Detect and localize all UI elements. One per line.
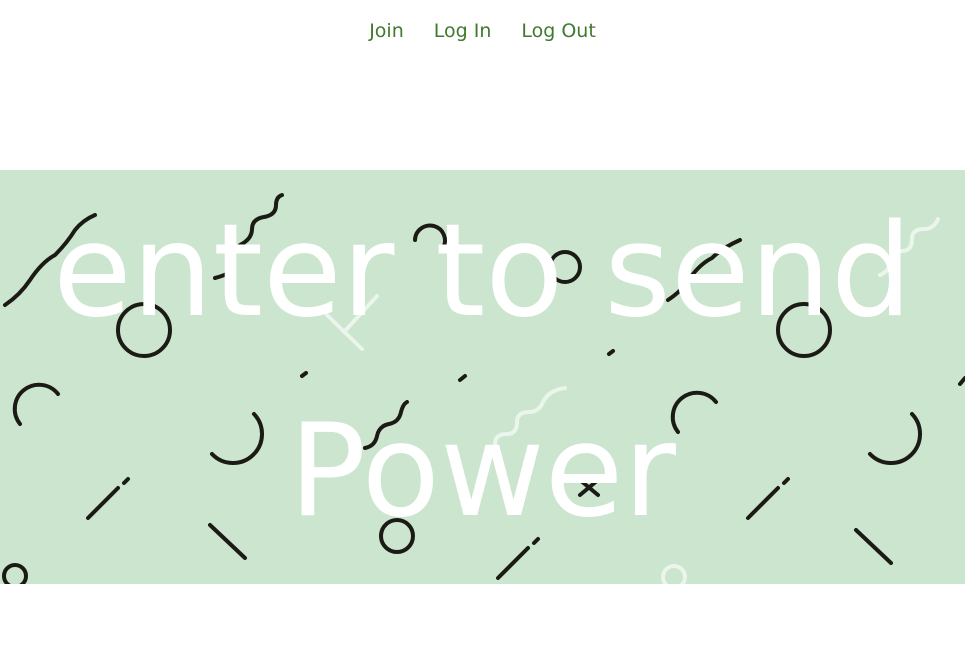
light-circle-shape bbox=[661, 564, 687, 584]
dot-shape bbox=[458, 374, 467, 382]
hero-banner: enter to send Power bbox=[0, 170, 965, 584]
dot-shape bbox=[958, 376, 965, 386]
dot-shape bbox=[300, 371, 308, 378]
circle-shape bbox=[2, 563, 28, 584]
log-in-link[interactable]: Log In bbox=[434, 20, 492, 42]
hero-text-line-2: Power bbox=[289, 397, 676, 546]
hero-text-line-1: enter to send bbox=[52, 197, 913, 346]
top-navigation: Join Log In Log Out bbox=[0, 0, 965, 62]
dash-shape bbox=[496, 546, 530, 580]
log-out-link[interactable]: Log Out bbox=[521, 20, 595, 42]
dot-shape bbox=[607, 349, 615, 356]
join-link[interactable]: Join bbox=[369, 20, 404, 42]
